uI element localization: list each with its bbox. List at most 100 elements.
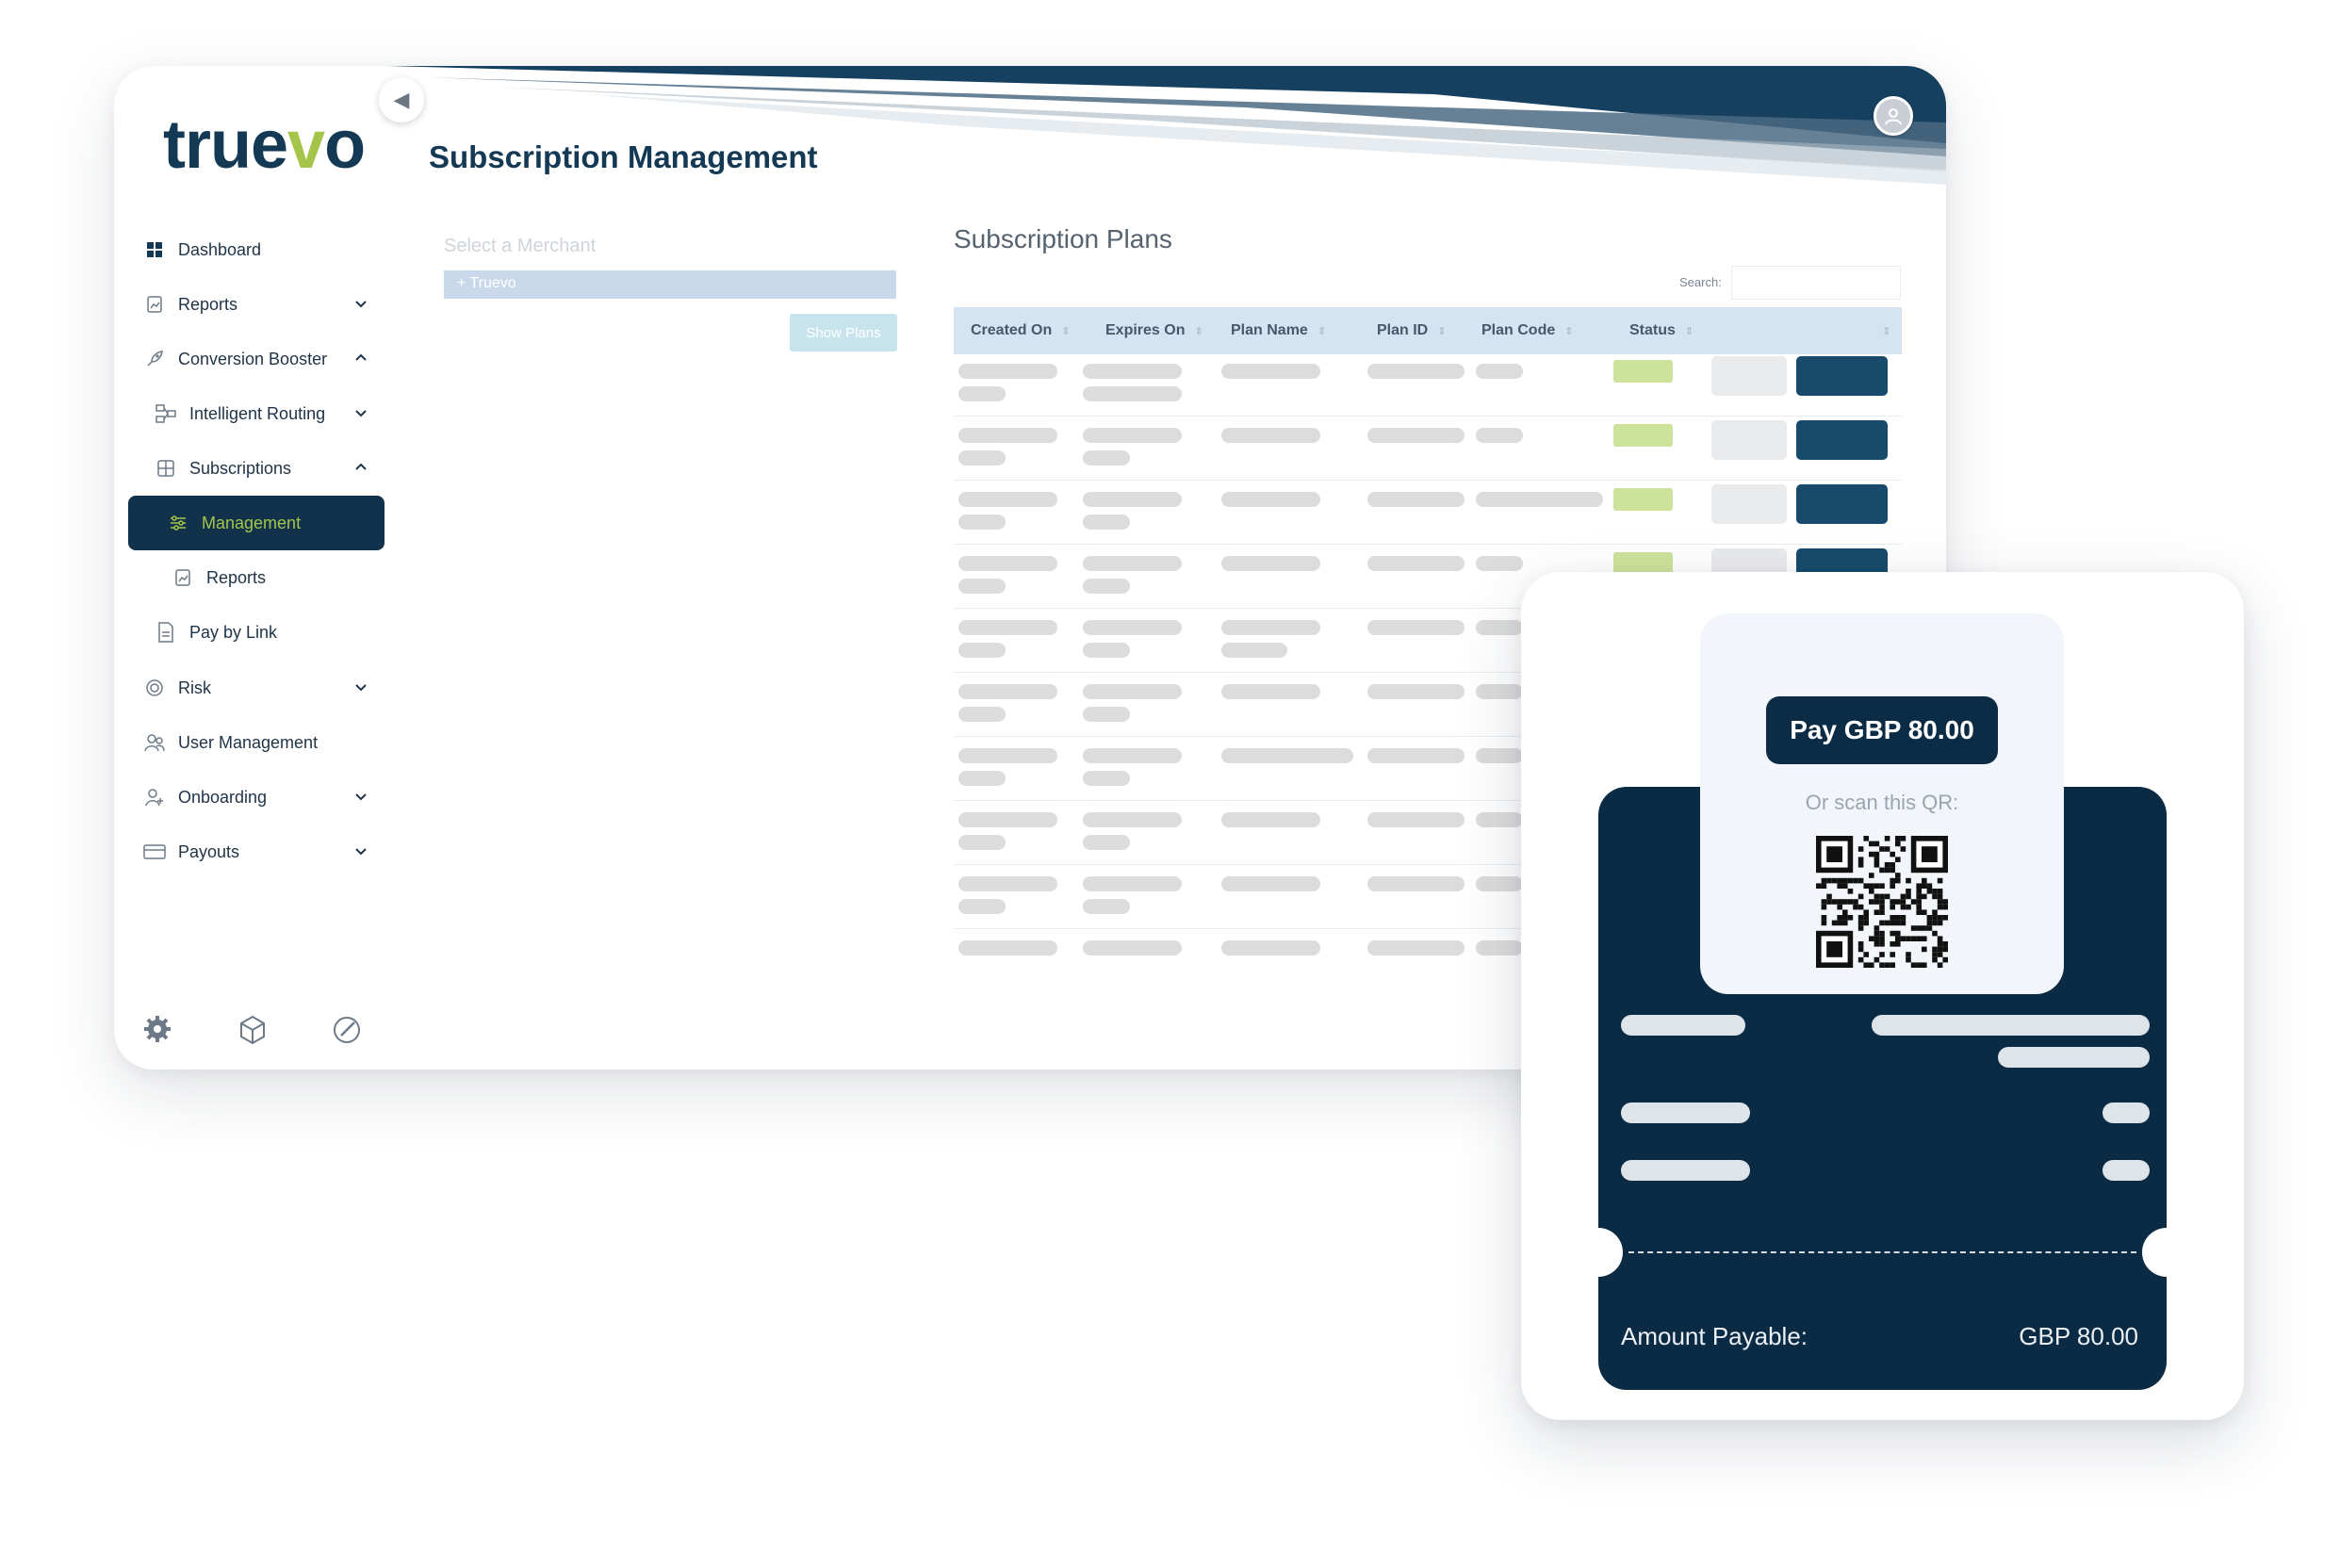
cell-placeholder: [958, 364, 1057, 379]
cell-placeholder: [1367, 684, 1465, 699]
sort-icon: ⇕: [1882, 325, 1891, 337]
cell-placeholder: [958, 620, 1057, 635]
sidebar-item-payouts[interactable]: Payouts: [142, 825, 387, 878]
column-plan-name[interactable]: Plan Name ⇕: [1231, 307, 1326, 354]
receipt-line-placeholder: [1872, 1015, 2150, 1036]
cell-placeholder: [1367, 812, 1465, 827]
cell-placeholder: [1476, 876, 1523, 891]
sidebar-item-conversion-booster[interactable]: Conversion Booster: [142, 333, 387, 385]
cell-placeholder: [1083, 620, 1182, 635]
amount-value: GBP 80.00: [2019, 1322, 2138, 1350]
column-actions: ⇕: [1873, 307, 1890, 354]
column-label: Plan Code: [1481, 322, 1556, 338]
target-icon: [142, 676, 167, 700]
merchant-select[interactable]: + Truevo: [444, 270, 896, 299]
amount-label: Amount Payable:: [1621, 1322, 1808, 1350]
cell-placeholder: [958, 707, 1006, 722]
subscription-icon: [154, 456, 178, 481]
sidebar-item-label: Management: [202, 513, 302, 532]
package-icon[interactable]: [237, 1014, 270, 1048]
sidebar-item-risk[interactable]: Risk: [142, 662, 387, 714]
cell-placeholder: [1221, 492, 1320, 507]
cell-placeholder: [1221, 428, 1320, 443]
view-button[interactable]: [1711, 420, 1787, 460]
receipt-divider: [1628, 1251, 2136, 1253]
receipt-line-placeholder: [1621, 1160, 1750, 1181]
document-icon: [154, 620, 178, 645]
cell-placeholder: [1476, 940, 1523, 956]
sidebar-item-label: Risk: [178, 678, 211, 697]
edit-button[interactable]: [1796, 484, 1888, 524]
column-status[interactable]: Status ⇕: [1629, 307, 1694, 354]
cell-placeholder: [1083, 514, 1130, 530]
cell-placeholder: [958, 556, 1057, 571]
sidebar-item-label: Pay by Link: [189, 622, 278, 642]
user-avatar[interactable]: [1874, 96, 1913, 136]
column-label: Plan Name: [1231, 322, 1308, 338]
cell-placeholder: [1367, 492, 1465, 507]
cell-placeholder: [1367, 364, 1465, 379]
view-button[interactable]: [1711, 484, 1787, 524]
chevron-down-icon: [355, 410, 367, 417]
cell-placeholder: [1221, 812, 1320, 827]
sidebar-item-label: Onboarding: [178, 787, 268, 807]
column-plan-id[interactable]: Plan ID ⇕: [1377, 307, 1446, 354]
user-icon: [1885, 108, 1902, 125]
sidebar-item-label: Intelligent Routing: [189, 403, 326, 423]
compass-icon[interactable]: [331, 1014, 365, 1048]
grid-icon: [142, 237, 167, 262]
status-badge: [1613, 360, 1673, 383]
sort-icon: ⇕: [1437, 325, 1447, 337]
receipt-notch-left: [1574, 1228, 1623, 1277]
cell-placeholder: [958, 835, 1006, 850]
cell-placeholder: [1083, 684, 1182, 699]
cell-placeholder: [958, 643, 1006, 658]
sort-icon: ⇕: [1061, 325, 1071, 337]
cell-placeholder: [958, 748, 1057, 763]
gear-icon[interactable]: [142, 1014, 176, 1048]
cell-placeholder: [1083, 835, 1130, 850]
cell-placeholder: [958, 771, 1006, 786]
cell-placeholder: [1083, 556, 1182, 571]
cell-placeholder: [1221, 556, 1320, 571]
cell-placeholder: [1083, 940, 1182, 956]
report-icon: [142, 292, 167, 317]
cell-placeholder: [958, 899, 1006, 914]
pay-button[interactable]: Pay GBP 80.00: [1766, 696, 1998, 764]
column-created-on[interactable]: Created On ⇕: [971, 307, 1070, 354]
sidebar-item-onboarding[interactable]: Onboarding: [142, 771, 387, 824]
cell-placeholder: [958, 492, 1057, 507]
sidebar-item-management[interactable]: Management: [128, 496, 385, 550]
cell-placeholder: [1221, 876, 1320, 891]
edit-button[interactable]: [1796, 356, 1888, 396]
show-plans-button[interactable]: Show Plans: [790, 314, 897, 351]
column-expires-on[interactable]: Expires On ⇕: [1105, 307, 1203, 354]
routing-icon: [154, 401, 178, 426]
cell-placeholder: [1083, 812, 1182, 827]
sidebar-item-intelligent-routing[interactable]: Intelligent Routing: [154, 387, 387, 440]
cell-placeholder: [1476, 748, 1523, 763]
column-label: Expires On: [1105, 322, 1186, 338]
sidebar-item-user-management[interactable]: User Management: [142, 716, 387, 769]
search-input[interactable]: [1731, 266, 1901, 300]
sidebar-item-label: Reports: [178, 294, 238, 314]
column-plan-code[interactable]: Plan Code ⇕: [1481, 307, 1573, 354]
sidebar-item-dashboard[interactable]: Dashboard: [142, 223, 387, 276]
cell-placeholder: [1221, 940, 1320, 956]
sidebar-item-subscriptions[interactable]: Subscriptions: [154, 442, 387, 495]
row-divider: [954, 480, 1902, 481]
sidebar-footer: [142, 1014, 387, 1052]
sidebar-item-label: Subscriptions: [189, 458, 292, 478]
sidebar-item-reports[interactable]: Reports: [142, 278, 387, 331]
sidebar-item-subscription-reports[interactable]: Reports: [171, 551, 387, 604]
qr-code-icon[interactable]: [1816, 836, 1948, 968]
view-button[interactable]: [1711, 356, 1787, 396]
sidebar-item-pay-by-link[interactable]: Pay by Link: [154, 606, 387, 659]
cell-placeholder: [958, 386, 1006, 401]
cell-placeholder: [1083, 450, 1130, 466]
edit-button[interactable]: [1796, 420, 1888, 460]
sidebar-item-label: Payouts: [178, 841, 240, 861]
search-label: Search:: [1679, 275, 1722, 289]
column-label: Plan ID: [1377, 322, 1429, 338]
merchant-selected: Truevo: [469, 275, 516, 291]
